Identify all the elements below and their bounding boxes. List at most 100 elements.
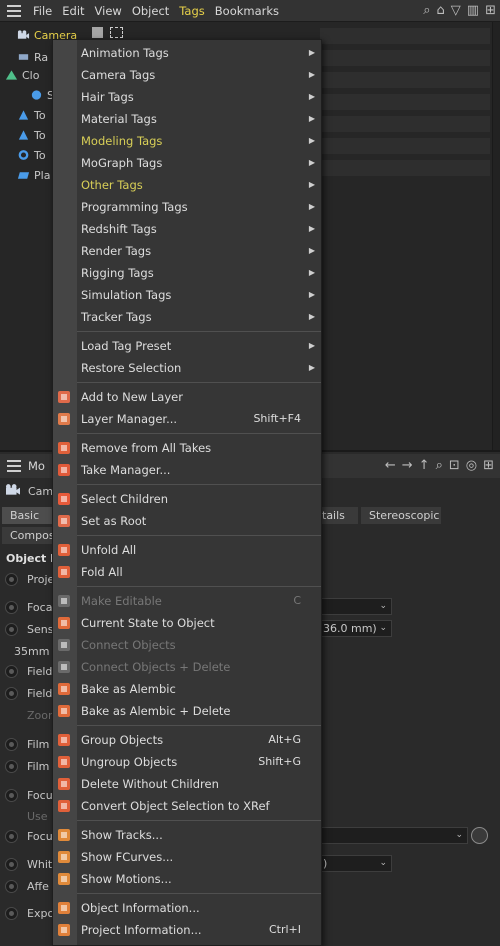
hamburger-menu-icon[interactable] <box>0 0 28 22</box>
menu-item-modeling-tags[interactable]: Modeling Tags ▶ <box>53 130 321 152</box>
search-icon[interactable]: ⌕ <box>436 458 443 473</box>
tab-composition[interactable]: Composi <box>2 527 58 544</box>
menu-item-restore-selection[interactable]: Restore Selection ▶ <box>53 357 321 379</box>
tab-details[interactable]: tails <box>320 507 358 524</box>
menu-tags[interactable]: Tags <box>174 0 209 22</box>
menu-item-layer-manager[interactable]: Layer Manager... Shift+F4 <box>53 408 321 430</box>
cone-icon <box>18 110 29 120</box>
submenu-arrow-icon: ▶ <box>308 268 315 277</box>
menu-item-label: Material Tags <box>81 112 157 126</box>
target-tag-icon[interactable] <box>110 27 123 38</box>
tab-stereoscopic[interactable]: Stereoscopic <box>361 507 441 524</box>
tree-item[interactable]: Clo <box>5 66 39 84</box>
menu-item-programming-tags[interactable]: Programming Tags ▶ <box>53 196 321 218</box>
menu-item-take-manager[interactable]: Take Manager... <box>53 459 321 481</box>
menu-item-load-tag-preset[interactable]: Load Tag Preset ▶ <box>53 335 321 357</box>
animation-radio[interactable] <box>5 623 18 636</box>
focal-length-field[interactable]: ⌄ <box>318 598 392 615</box>
tree-item[interactable]: Ra <box>17 48 48 66</box>
sensor-size-field[interactable]: 36.0 mm) ⌄ <box>318 620 392 637</box>
forward-arrow-icon[interactable]: → <box>402 458 413 473</box>
menu-item-show-fcurves[interactable]: Show FCurves... <box>53 846 321 868</box>
home-icon[interactable]: ⌂ <box>437 3 445 18</box>
field-label: Film <box>27 760 50 773</box>
menu-item-unfold-all[interactable]: Unfold All <box>53 539 321 561</box>
menu-item-add-to-new-layer[interactable]: Add to New Layer <box>53 386 321 408</box>
target-icon[interactable]: ◎ <box>466 458 477 473</box>
menu-item-hair-tags[interactable]: Hair Tags ▶ <box>53 86 321 108</box>
tree-item[interactable]: Pla <box>17 166 50 184</box>
animation-radio[interactable] <box>5 687 18 700</box>
menu-item-delete-without-children[interactable]: Delete Without Children <box>53 773 321 795</box>
animation-radio[interactable] <box>5 858 18 871</box>
menu-item-bake-as-alembic[interactable]: Bake as Alembic <box>53 678 321 700</box>
animation-radio[interactable] <box>5 738 18 751</box>
layer-add-icon <box>56 389 72 405</box>
back-arrow-icon[interactable]: ← <box>385 458 396 473</box>
animation-radio[interactable] <box>5 830 18 843</box>
menu-edit[interactable]: Edit <box>57 0 89 22</box>
menu-item-simulation-tags[interactable]: Simulation Tags ▶ <box>53 284 321 306</box>
menu-item-object-information[interactable]: Object Information... <box>53 897 321 919</box>
animation-radio[interactable] <box>5 601 18 614</box>
white-balance-field[interactable]: ) ⌄ <box>318 855 392 872</box>
menu-item-camera-tags[interactable]: Camera Tags ▶ <box>53 64 321 86</box>
menu-bookmarks[interactable]: Bookmarks <box>210 0 284 22</box>
menu-item-convert-object-selection-to-xref[interactable]: Convert Object Selection to XRef <box>53 795 321 817</box>
menu-item-show-tracks[interactable]: Show Tracks... <box>53 824 321 846</box>
pick-object-icon[interactable] <box>471 827 488 844</box>
animation-radio[interactable] <box>5 907 18 920</box>
new-window-icon[interactable]: ⊞ <box>483 458 494 473</box>
menu-item-show-motions[interactable]: Show Motions... <box>53 868 321 890</box>
animation-radio[interactable] <box>5 573 18 586</box>
menu-item-remove-from-all-takes[interactable]: Remove from All Takes <box>53 437 321 459</box>
menu-object[interactable]: Object <box>127 0 174 22</box>
animation-radio[interactable] <box>5 789 18 802</box>
menu-item-current-state-to-object[interactable]: Current State to Object <box>53 612 321 634</box>
row-stripe <box>320 50 490 66</box>
menu-item-tracker-tags[interactable]: Tracker Tags ▶ <box>53 306 321 328</box>
animation-radio[interactable] <box>5 880 18 893</box>
lock-icon[interactable]: ⊡ <box>449 458 460 473</box>
menu-item-mograph-tags[interactable]: MoGraph Tags ▶ <box>53 152 321 174</box>
layers-icon[interactable]: ▥ <box>467 3 479 18</box>
row-stripe <box>320 28 490 44</box>
menu-item-redshift-tags[interactable]: Redshift Tags ▶ <box>53 218 321 240</box>
hamburger-menu-icon[interactable] <box>0 460 28 472</box>
up-arrow-icon[interactable]: ↑ <box>419 458 430 473</box>
new-window-icon[interactable]: ⊞ <box>485 3 496 18</box>
menu-item-connect-objects-delete: Connect Objects + Delete <box>53 656 321 678</box>
menu-file[interactable]: File <box>28 0 57 22</box>
menu-item-label: Ungroup Objects <box>81 755 178 769</box>
menu-item-bake-as-alembic-delete[interactable]: Bake as Alembic + Delete <box>53 700 321 722</box>
filter-icon[interactable]: ▽ <box>451 3 461 18</box>
menu-item-group-objects[interactable]: Group Objects Alt+G <box>53 729 321 751</box>
menu-item-project-information[interactable]: Project Information... Ctrl+I <box>53 919 321 941</box>
tree-item[interactable]: S <box>30 86 54 104</box>
animation-radio[interactable] <box>5 665 18 678</box>
tab-basic[interactable]: Basic <box>2 507 52 524</box>
submenu-arrow-icon: ▶ <box>308 363 315 372</box>
menu-item-material-tags[interactable]: Material Tags ▶ <box>53 108 321 130</box>
menu-item-ungroup-objects[interactable]: Ungroup Objects Shift+G <box>53 751 321 773</box>
menu-view[interactable]: View <box>90 0 127 22</box>
tree-item[interactable]: To <box>17 146 46 164</box>
menu-item-animation-tags[interactable]: Animation Tags ▶ <box>53 42 321 64</box>
menu-item-render-tags[interactable]: Render Tags ▶ <box>53 240 321 262</box>
animation-radio[interactable] <box>5 760 18 773</box>
focus-object-field[interactable]: ⌄ <box>318 827 468 844</box>
menu-item-label: Connect Objects <box>81 638 176 652</box>
menu-item-fold-all[interactable]: Fold All <box>53 561 321 583</box>
object-manager-scrollbar[interactable] <box>492 22 500 450</box>
menu-item-rigging-tags[interactable]: Rigging Tags ▶ <box>53 262 321 284</box>
tree-item[interactable]: To <box>17 126 46 144</box>
menu-item-select-children[interactable]: Select Children <box>53 488 321 510</box>
set-root-icon <box>56 513 72 529</box>
visibility-toggle-icon[interactable] <box>92 27 103 38</box>
search-icon[interactable]: ⌕ <box>423 3 430 18</box>
menu-item-other-tags[interactable]: Other Tags ▶ <box>53 174 321 196</box>
menu-item-set-as-root[interactable]: Set as Root <box>53 510 321 532</box>
menu-item-label: Unfold All <box>81 543 137 557</box>
tree-item[interactable]: To <box>17 106 46 124</box>
attribute-mode-label[interactable]: Mo <box>28 459 45 473</box>
